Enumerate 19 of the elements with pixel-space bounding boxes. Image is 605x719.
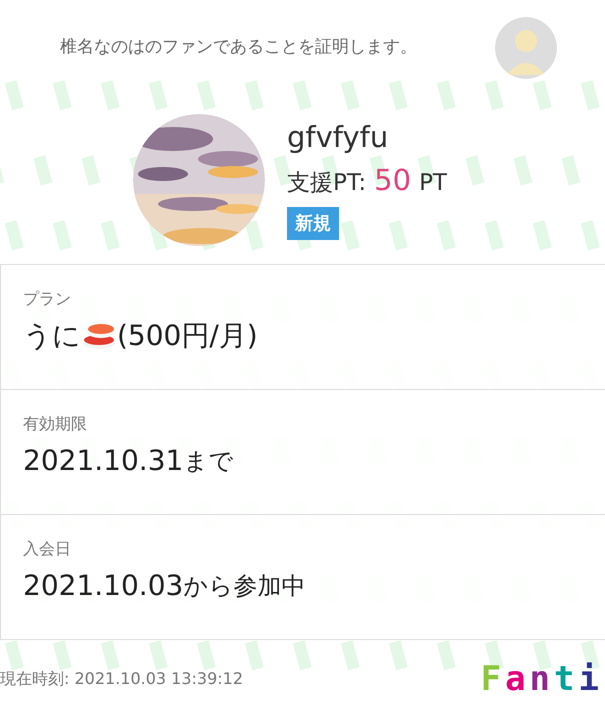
current-time-text: 現在時刻: 2021.10.03 13:39:12 [0,668,244,690]
certification-text: 椎名なのはのファンであることを証明します。 [60,36,417,59]
logo: F a n t i [480,658,603,700]
support-points-label: 支援PT: [287,169,366,198]
field-value: 2021.10.31 [23,443,184,479]
field-value: 2021.10.03 [23,568,184,604]
field-label: プラン [23,288,72,310]
field-value: うに [23,318,81,354]
status-tag: 新規 [287,206,339,240]
field-label: 有効期限 [23,413,88,435]
field-suffix: まで [183,446,234,477]
field-suffix: (500円/月) [117,318,258,354]
support-points-value: 50 [374,162,412,200]
points-unit: PT [419,169,447,198]
field-label: 入会日 [23,538,72,560]
field-suffix: から参加中 [183,571,306,602]
sushi-icon [81,321,117,351]
avatar-icon[interactable] [495,16,557,78]
user-name: gfvfyfu [287,120,390,156]
